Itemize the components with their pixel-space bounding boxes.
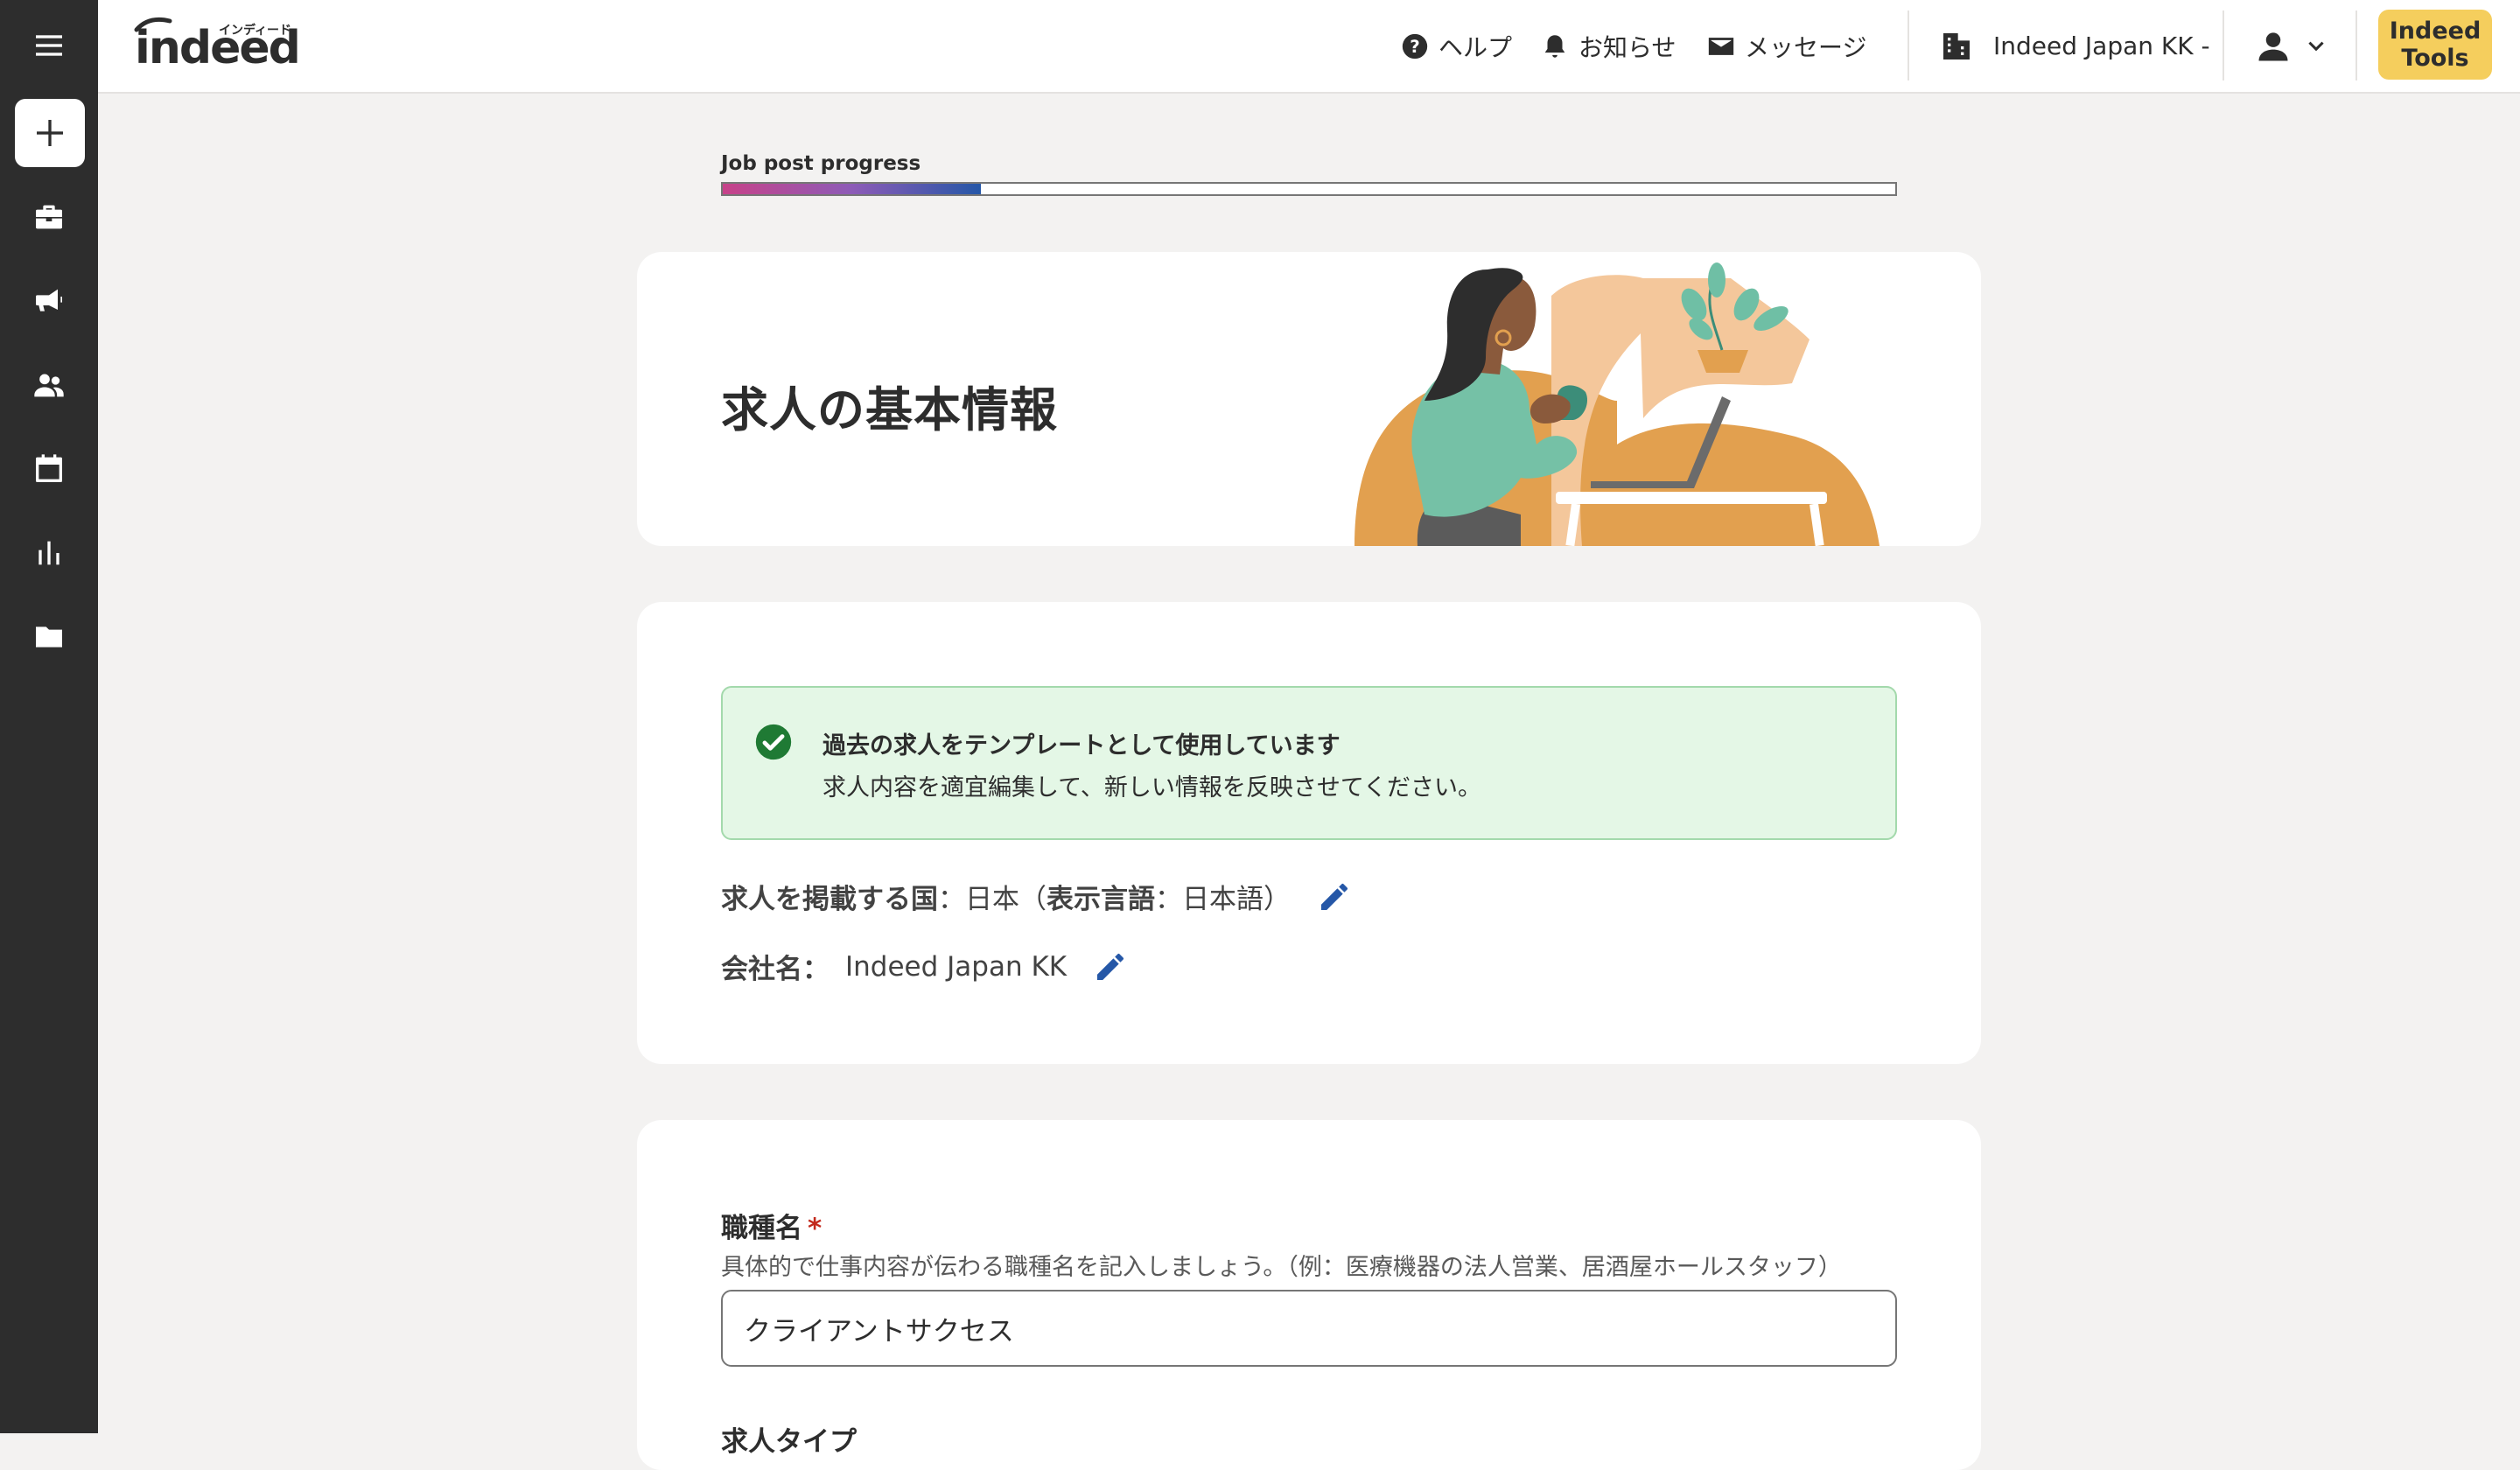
chevron-down-icon — [2308, 41, 2324, 51]
page-title: 求人の基本情報 — [721, 382, 1058, 438]
job-type-label: 求人タイプ — [721, 1426, 857, 1458]
country-separator: ： — [938, 884, 965, 915]
building-icon — [1943, 32, 1970, 60]
job-title-label-text: 職種名 — [721, 1213, 802, 1244]
messages-label: メッセージ — [1745, 32, 1867, 62]
check-circle-icon — [755, 724, 792, 760]
language-label: 表示言語 — [1046, 884, 1155, 915]
company-name-label: 会社名： — [721, 954, 830, 985]
header-divider — [1908, 10, 1909, 80]
indeed-logo[interactable]: indeed インディード — [131, 12, 306, 75]
banner-text: 求人内容を適宜編集して、新しい情報を反映させてください。 — [822, 774, 1482, 802]
job-title-label: 職種名 * — [721, 1206, 822, 1245]
svg-text:?: ? — [1410, 37, 1420, 57]
tools-label-line1: Indeed — [2389, 18, 2482, 45]
plus-icon — [37, 120, 63, 146]
indeed-tools-button[interactable]: Indeed Tools — [2378, 10, 2492, 80]
template-success-banner: 過去の求人をテンプレートとして使用しています 求人内容を適宜編集して、新しい情報… — [721, 686, 1897, 840]
progress-label: Job post progress — [721, 152, 921, 175]
header-divider — [2222, 10, 2224, 80]
folder-icon — [36, 626, 62, 648]
nav-analytics-button[interactable] — [0, 511, 98, 595]
people-icon — [34, 374, 64, 397]
menu-icon — [36, 35, 62, 56]
nav-candidates-button[interactable] — [0, 343, 98, 427]
company-row: 会社名： Indeed Japan KK — [721, 947, 1128, 986]
country-row: 求人を掲載する国 ： 日本（ 表示言語 ： 日本語） — [721, 877, 1352, 916]
edit-country-pencil-icon[interactable] — [1317, 879, 1352, 914]
user-icon — [2258, 32, 2288, 60]
notifications-link[interactable]: お知らせ — [1540, 0, 1676, 92]
megaphone-icon — [36, 289, 62, 312]
bell-icon — [1544, 34, 1565, 58]
required-mark: * — [808, 1213, 822, 1244]
nav-jobs-button[interactable] — [0, 175, 98, 259]
job-title-input[interactable]: クライアントサクセス — [721, 1290, 1897, 1367]
account-menu[interactable] — [2254, 0, 2328, 92]
help-icon: ? — [1402, 33, 1428, 59]
job-title-help: 具体的で仕事内容が伝わる職種名を記入しましょう。（例：医療機器の法人営業、居酒屋… — [721, 1254, 1842, 1281]
help-label: ヘルプ — [1438, 32, 1513, 62]
logo-subtext: インディード — [219, 24, 292, 38]
country-value: 日本（ — [965, 884, 1046, 915]
country-label: 求人を掲載する国 — [721, 884, 938, 915]
bar-chart-icon — [38, 541, 60, 565]
messages-link[interactable]: メッセージ — [1706, 0, 1866, 92]
hamburger-menu-button[interactable] — [0, 4, 98, 88]
top-header: indeed インディード ? ヘルプ お知らせ メッセージ Indeed Ja… — [98, 0, 2520, 94]
mail-icon — [1708, 37, 1734, 55]
company-name-value: Indeed Japan KK — [845, 950, 1068, 983]
woman-with-laptop-illustration — [1354, 262, 1880, 546]
hero-card: 求人の基本情報 — [637, 252, 1981, 546]
company-switcher[interactable]: Indeed Japan KK - — [1939, 0, 2210, 92]
language-value: 日本語） — [1182, 884, 1291, 915]
tools-label-line2: Tools — [2401, 45, 2469, 72]
job-title-card: 職種名 * 具体的で仕事内容が伝わる職種名を記入しましょう。（例：医療機器の法人営… — [637, 1120, 1981, 1470]
help-link[interactable]: ? ヘルプ — [1400, 0, 1512, 92]
create-new-button[interactable] — [15, 99, 85, 167]
job-title-value: クライアントサクセス — [744, 1315, 1014, 1348]
banner-title: 過去の求人をテンプレートとして使用しています — [822, 732, 1340, 760]
progress-fill — [723, 184, 981, 194]
nav-campaigns-button[interactable] — [0, 259, 98, 343]
nav-files-button[interactable] — [0, 595, 98, 679]
header-divider — [2356, 10, 2357, 80]
language-separator: ： — [1155, 884, 1182, 915]
briefcase-icon — [36, 205, 62, 229]
notifications-label: お知らせ — [1578, 32, 1676, 62]
company-label: Indeed Japan KK - — [1993, 32, 2210, 60]
nav-interviews-button[interactable] — [0, 427, 98, 511]
progress-bar — [721, 182, 1897, 196]
side-nav-rail — [0, 0, 98, 1433]
job-info-card: 過去の求人をテンプレートとして使用しています 求人内容を適宜編集して、新しい情報… — [637, 602, 1981, 1064]
calendar-icon — [36, 454, 62, 482]
edit-company-pencil-icon[interactable] — [1093, 949, 1128, 984]
